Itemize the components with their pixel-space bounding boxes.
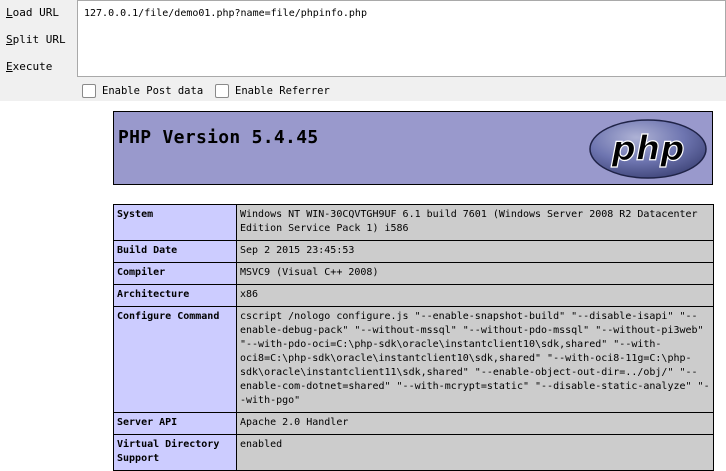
split-url-label: plit URL <box>12 33 66 46</box>
php-version-header: PHP Version 5.4.45 php <box>113 111 713 185</box>
hackbar-panel: Load URL Split URL Execute 127.0.0.1/fil… <box>0 0 726 102</box>
enable-referrer-label: Enable Referrer <box>235 85 330 97</box>
table-row: Configure Command cscript /nologo configu… <box>113 306 714 413</box>
enable-post-label: Enable Post data <box>102 85 204 97</box>
table-row: Virtual Directory Support enabled <box>113 434 714 471</box>
load-url-button[interactable]: Load URL <box>0 2 68 24</box>
table-row: Build Date Sep 2 2015 23:45:53 <box>113 240 714 263</box>
php-version-title: PHP Version 5.4.45 <box>118 127 319 148</box>
phpinfo-table: System Windows NT WIN-30CQVTGH9UF 6.1 bui… <box>113 204 714 471</box>
row-value: Apache 2.0 Handler <box>236 412 714 435</box>
row-key: Build Date <box>113 240 237 263</box>
row-value: enabled <box>236 434 714 471</box>
execute-hotkey: E <box>6 60 13 73</box>
phpinfo-page: PHP Version 5.4.45 php System Windows NT … <box>0 101 726 471</box>
enable-post-checkbox[interactable] <box>82 84 96 98</box>
table-row: System Windows NT WIN-30CQVTGH9UF 6.1 bui… <box>113 204 714 241</box>
table-row: Server API Apache 2.0 Handler <box>113 412 714 435</box>
php-logo-text: php <box>611 129 685 169</box>
enable-referrer-checkbox[interactable] <box>215 84 229 98</box>
split-url-hotkey: S <box>6 33 13 46</box>
table-row: Architecture x86 <box>113 284 714 307</box>
php-logo-icon: php <box>589 119 707 179</box>
url-input[interactable]: 127.0.0.1/file/demo01.php?name=file/phpi… <box>77 0 726 77</box>
load-url-hotkey: L <box>6 6 13 19</box>
row-value: x86 <box>236 284 714 307</box>
row-value: Sep 2 2015 23:45:53 <box>236 240 714 263</box>
load-url-label: oad URL <box>12 6 59 19</box>
table-row: Compiler MSVC9 (Visual C++ 2008) <box>113 262 714 285</box>
row-key: Configure Command <box>113 306 237 413</box>
row-value: cscript /nologo configure.js "--enable-s… <box>236 306 714 413</box>
enable-post-option[interactable]: Enable Post data <box>82 82 203 100</box>
execute-button[interactable]: Execute <box>0 56 68 78</box>
row-key: Server API <box>113 412 237 435</box>
row-key: Compiler <box>113 262 237 285</box>
enable-referrer-option[interactable]: Enable Referrer <box>215 82 330 100</box>
row-value: Windows NT WIN-30CQVTGH9UF 6.1 build 760… <box>236 204 714 241</box>
execute-label: xecute <box>12 60 53 73</box>
row-value: MSVC9 (Visual C++ 2008) <box>236 262 714 285</box>
split-url-button[interactable]: Split URL <box>0 29 68 51</box>
row-key: Architecture <box>113 284 237 307</box>
row-key: System <box>113 204 237 241</box>
row-key: Virtual Directory Support <box>113 434 237 471</box>
